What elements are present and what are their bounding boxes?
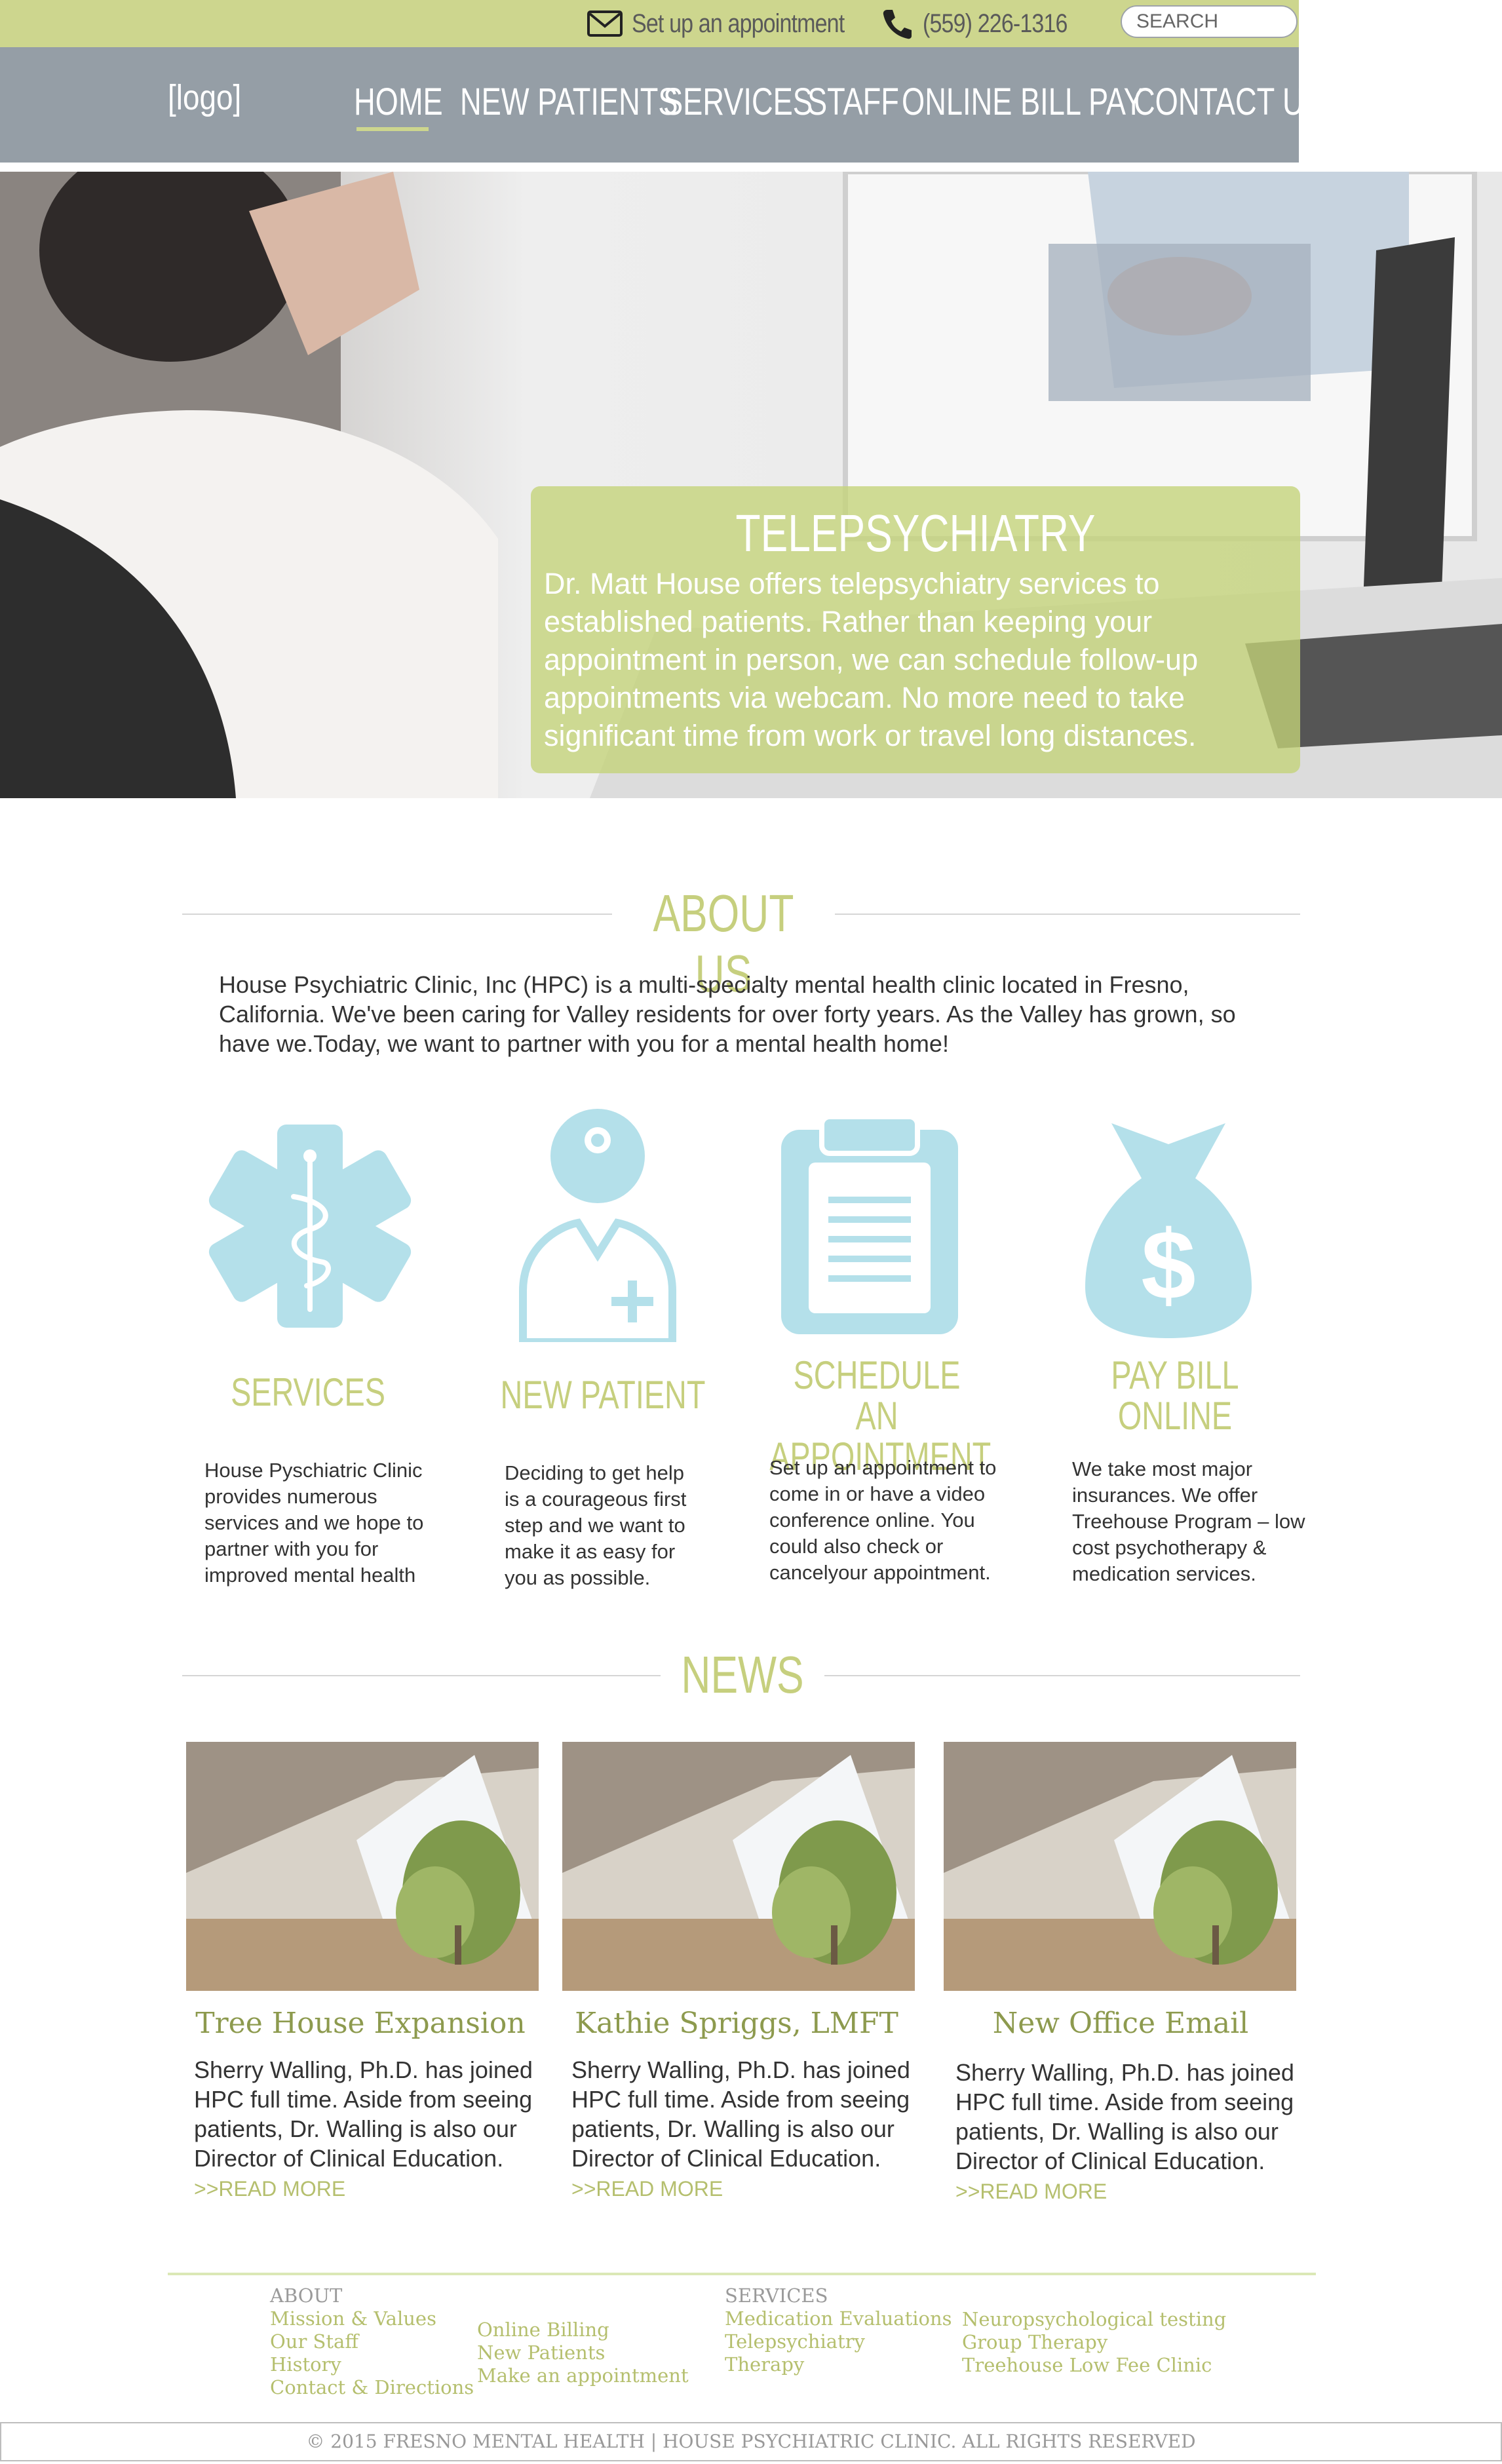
footer-divider — [168, 2273, 1316, 2275]
footer-services-heading[interactable]: SERVICES — [725, 2284, 952, 2307]
divider — [835, 914, 1300, 915]
nav-item-home[interactable]: HOME — [354, 80, 443, 124]
copyright: © 2015 FRESNO MENTAL HEALTH | HOUSE PSYC… — [0, 2422, 1502, 2461]
search-input[interactable] — [1121, 5, 1298, 38]
svg-text:$: $ — [1141, 1210, 1195, 1320]
news-title[interactable]: Kathie Spriggs, LMFT — [553, 2007, 920, 2040]
nav-item-contact-us[interactable]: CONTACT US — [1134, 80, 1324, 124]
nav-item-new-patients[interactable]: NEW PATIENTS — [460, 80, 678, 124]
nav-item-services[interactable]: SERVICES — [663, 80, 813, 124]
read-more-link[interactable]: >>READ MORE — [955, 2180, 1107, 2203]
appointment-link[interactable]: Set up an appointment — [587, 5, 882, 42]
read-more-link[interactable]: >>READ MORE — [194, 2177, 345, 2201]
footer-link[interactable]: Make an appointment — [477, 2364, 689, 2387]
appointment-label: Set up an appointment — [632, 9, 845, 38]
logo[interactable]: [logo] — [168, 77, 241, 118]
footer-misc-column: Online Billing New Patients Make an appo… — [477, 2319, 689, 2387]
footer-services-column: SERVICES Medication Evaluations Telepsyc… — [725, 2284, 952, 2376]
footer-link[interactable]: New Patients — [477, 2341, 689, 2364]
feature-title-pay-bill-online[interactable]: PAY BILL ONLINE — [1070, 1355, 1280, 1436]
news-body: Sherry Walling, Ph.D. has joined HPC ful… — [955, 2058, 1303, 2206]
phone-icon — [883, 10, 912, 39]
news-title[interactable]: Tree House Expansion — [177, 2007, 544, 2040]
nav-item-online-bill-pay[interactable]: ONLINE BILL PAY — [902, 80, 1144, 124]
news-body-text: Sherry Walling, Ph.D. has joined HPC ful… — [194, 2056, 533, 2172]
news-image[interactable] — [944, 1742, 1296, 1991]
nav-item-staff[interactable]: STAFF — [807, 80, 899, 124]
active-nav-underline — [356, 127, 429, 131]
phone-number: (559) 226-1316 — [923, 9, 1068, 38]
hero-text: Dr. Matt House offers telepsychiatry ser… — [544, 567, 1199, 752]
about-text: House Psychiatric Clinic, Inc (HPC) is a… — [219, 971, 1236, 1057]
footer-link[interactable]: Mission & Values — [270, 2307, 474, 2330]
phone-link[interactable]: (559) 226-1316 — [881, 5, 1093, 42]
feature-text-schedule-appointment: Set up an appointment to come in or have… — [769, 1456, 997, 1584]
news-image[interactable] — [562, 1742, 915, 1991]
news-title[interactable]: New Office Email — [937, 2007, 1304, 2040]
footer-about-heading[interactable]: ABOUT — [270, 2284, 474, 2307]
footer-services-column-2: Neuropsychological testing Group Therapy… — [962, 2308, 1226, 2377]
news-image[interactable] — [186, 1742, 539, 1991]
footer-link[interactable]: Neuropsychological testing — [962, 2308, 1226, 2331]
feature-title-services[interactable]: SERVICES — [191, 1372, 426, 1413]
hero-title: TELEPSYCHIATRY — [735, 504, 1096, 562]
feature-text-pay-bill-online: We take most major insurances. We offer … — [1072, 1457, 1305, 1585]
footer-link[interactable]: Online Billing — [477, 2319, 689, 2341]
feature-title-new-patient[interactable]: NEW PATIENT — [486, 1375, 721, 1415]
footer-link[interactable]: Therapy — [725, 2353, 952, 2376]
clipboard-icon[interactable] — [781, 1117, 958, 1334]
read-more-link[interactable]: >>READ MORE — [571, 2177, 723, 2201]
footer-link[interactable]: Contact & Directions — [270, 2376, 474, 2399]
news-heading: NEWS — [681, 1646, 804, 1704]
footer-link[interactable]: Medication Evaluations — [725, 2307, 952, 2330]
divider — [824, 1675, 1300, 1676]
footer-about-column: ABOUT Mission & Values Our Staff History… — [270, 2284, 474, 2399]
news-body-text: Sherry Walling, Ph.D. has joined HPC ful… — [955, 2059, 1294, 2174]
news-body: Sherry Walling, Ph.D. has joined HPC ful… — [194, 2055, 541, 2204]
news-body-text: Sherry Walling, Ph.D. has joined HPC ful… — [571, 2056, 910, 2172]
money-bag-icon[interactable]: $ — [1085, 1123, 1252, 1338]
doctor-icon[interactable] — [518, 1104, 678, 1342]
feature-text-services: House Pyschiatric Clinic provides numero… — [204, 1459, 424, 1587]
divider — [182, 914, 612, 915]
footer-link[interactable]: Treehouse Low Fee Clinic — [962, 2354, 1226, 2377]
footer-link[interactable]: History — [270, 2353, 474, 2376]
feature-text-new-patient: Deciding to get help is a courageous fir… — [505, 1461, 687, 1589]
divider — [182, 1675, 661, 1676]
envelope-icon — [587, 10, 623, 37]
news-body: Sherry Walling, Ph.D. has joined HPC ful… — [571, 2055, 919, 2204]
footer-link[interactable]: Telepsychiatry — [725, 2330, 952, 2353]
footer-link[interactable]: Our Staff — [270, 2330, 474, 2353]
caduceus-star-icon[interactable] — [208, 1125, 412, 1328]
footer-link[interactable]: Group Therapy — [962, 2331, 1226, 2354]
